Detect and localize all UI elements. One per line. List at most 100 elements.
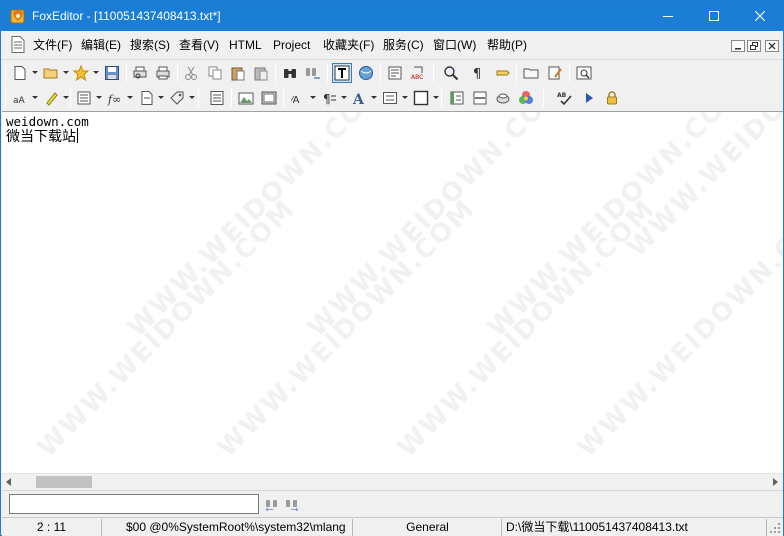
paragraph-style-button[interactable]: ¶ xyxy=(319,88,339,108)
toolbar-separator xyxy=(569,64,570,82)
menu-favorites[interactable]: 收藏夹(F) xyxy=(323,38,374,53)
resize-grip-icon[interactable] xyxy=(770,523,781,534)
mdi-close-button[interactable] xyxy=(765,40,779,52)
open-button[interactable] xyxy=(41,63,61,83)
folder-button[interactable] xyxy=(521,63,541,83)
paste-special-button[interactable] xyxy=(251,63,271,83)
find-button[interactable] xyxy=(280,63,300,83)
list-dropdown[interactable] xyxy=(96,96,102,99)
page-button[interactable] xyxy=(207,88,227,108)
edit-doc-button[interactable] xyxy=(545,63,565,83)
font-size-dropdown[interactable] xyxy=(32,96,38,99)
function-button[interactable]: f∞ xyxy=(105,88,125,108)
copy-button[interactable] xyxy=(205,63,225,83)
run-button[interactable] xyxy=(579,88,599,108)
spellcheck-abc-button[interactable]: AB xyxy=(555,88,575,108)
comment-button[interactable] xyxy=(493,88,513,108)
image-frame-icon xyxy=(261,91,277,105)
menu-help[interactable]: 帮助(P) xyxy=(487,38,527,53)
scroll-right-arrow-icon[interactable] xyxy=(773,478,778,486)
text-mode-button[interactable] xyxy=(332,63,352,83)
close-button[interactable] xyxy=(737,1,783,31)
text-editor[interactable]: WWW.WEIDOWN.COM WWW.WEIDOWN.COM WWW.WEID… xyxy=(2,111,783,473)
scroll-left-arrow-icon[interactable] xyxy=(6,478,11,486)
menu-view[interactable]: 查看(V) xyxy=(179,38,219,53)
template-dropdown[interactable] xyxy=(158,96,164,99)
menu-search[interactable]: 搜索(S) xyxy=(130,38,170,53)
paste-button[interactable] xyxy=(228,63,248,83)
text-case-button[interactable]: ⁄A xyxy=(289,88,309,108)
font-size-icon: aA xyxy=(13,96,26,106)
list-format-button[interactable] xyxy=(380,88,400,108)
text-color-button[interactable]: A xyxy=(349,88,369,108)
mdi-minimize-button[interactable] xyxy=(731,40,745,52)
paragraph-style-dropdown[interactable] xyxy=(341,96,347,99)
print-preview-icon xyxy=(133,66,147,79)
foxeditor-app-icon[interactable] xyxy=(10,8,26,24)
horizontal-rule-button[interactable] xyxy=(470,88,490,108)
toolbar-grip[interactable] xyxy=(5,89,6,107)
screen-capture-button[interactable] xyxy=(574,63,594,83)
menu-html[interactable]: HTML xyxy=(229,38,262,53)
color-picker-button[interactable] xyxy=(516,88,536,108)
template-button[interactable] xyxy=(137,88,157,108)
new-file-dropdown[interactable] xyxy=(32,71,38,74)
title-bar[interactable]: FoxEditor - [110051437408413.txt*] xyxy=(1,1,783,31)
table-button[interactable] xyxy=(411,88,431,108)
tags-dropdown[interactable] xyxy=(189,96,195,99)
horizontal-scrollbar[interactable] xyxy=(2,473,783,490)
zoom-icon xyxy=(444,66,459,81)
text-mode-icon xyxy=(334,65,350,81)
tags-button[interactable] xyxy=(167,88,187,108)
menu-edit[interactable]: 编辑(E) xyxy=(81,38,121,53)
minimize-button[interactable] xyxy=(645,1,691,31)
find-next-icon[interactable] xyxy=(284,496,300,512)
save-button[interactable] xyxy=(102,63,122,83)
scrollbar-thumb[interactable] xyxy=(36,476,92,488)
list-button[interactable] xyxy=(74,88,94,108)
toolbar-separator xyxy=(380,64,381,82)
image-button[interactable] xyxy=(236,88,256,108)
print-preview-button[interactable] xyxy=(130,63,150,83)
menu-window[interactable]: 窗口(W) xyxy=(433,38,476,53)
menu-file[interactable]: 文件(F) xyxy=(33,38,72,53)
image-frame-button[interactable] xyxy=(259,88,279,108)
cut-button[interactable] xyxy=(181,63,201,83)
bookmark-button[interactable] xyxy=(493,63,513,83)
highlighter-button[interactable] xyxy=(41,88,61,108)
open-dropdown[interactable] xyxy=(63,71,69,74)
menu-services[interactable]: 服务(C) xyxy=(383,38,424,53)
paragraph-marks-button[interactable]: ¶ xyxy=(467,63,487,83)
font-size-button[interactable]: aA xyxy=(10,88,30,108)
print-button[interactable] xyxy=(153,63,173,83)
zoom-button[interactable] xyxy=(441,63,461,83)
highlighter-dropdown[interactable] xyxy=(63,96,69,99)
find-previous-icon[interactable] xyxy=(264,496,280,512)
toolbar-grip[interactable] xyxy=(5,64,6,82)
document-props-button[interactable] xyxy=(385,63,405,83)
syntax-mode[interactable]: General xyxy=(354,519,502,536)
function-dropdown[interactable] xyxy=(127,96,133,99)
table-dropdown[interactable] xyxy=(433,96,439,99)
new-file-button[interactable] xyxy=(10,63,30,83)
favorites-dropdown[interactable] xyxy=(93,71,99,74)
quick-find-input[interactable] xyxy=(9,494,259,514)
lock-button[interactable] xyxy=(602,88,622,108)
text-case-dropdown[interactable] xyxy=(310,96,316,99)
document-icon[interactable] xyxy=(11,36,25,53)
mdi-restore-button[interactable] xyxy=(747,40,761,52)
text-color-dropdown[interactable] xyxy=(371,96,377,99)
function-icon: f∞ xyxy=(107,93,121,106)
color-picker-icon xyxy=(519,91,533,104)
spellcheck-button[interactable]: ABC xyxy=(408,63,428,83)
find-next-button[interactable] xyxy=(303,63,323,83)
insert-block-button[interactable] xyxy=(447,88,467,108)
list-format-dropdown[interactable] xyxy=(402,96,408,99)
favorites-button[interactable] xyxy=(71,63,91,83)
editor-line-1[interactable]: weidown.com xyxy=(6,115,89,129)
web-preview-button[interactable] xyxy=(356,63,376,83)
maximize-button[interactable] xyxy=(691,1,737,31)
menu-project[interactable]: Project xyxy=(273,38,310,53)
editor-line-2[interactable]: 微当下载站 xyxy=(6,128,78,146)
svg-text:aA: aA xyxy=(13,96,26,106)
